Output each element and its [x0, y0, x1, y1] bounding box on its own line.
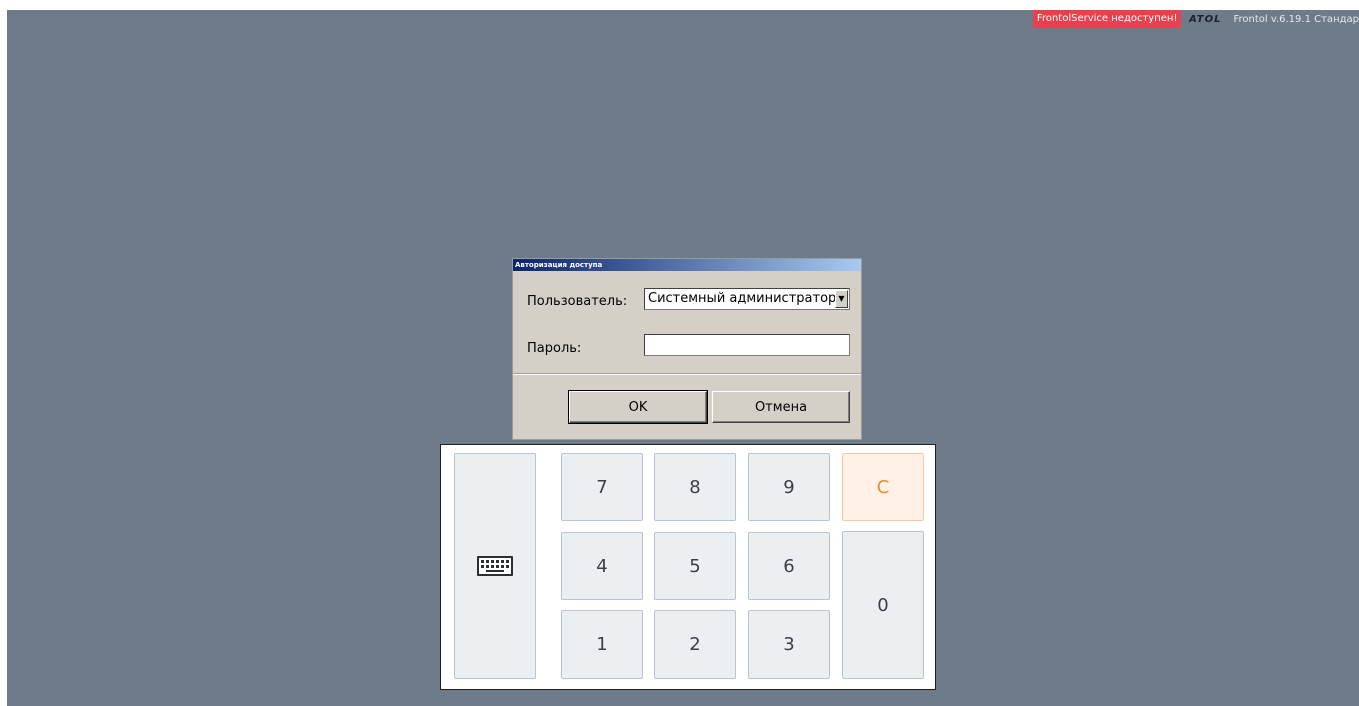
dialog-separator: [513, 373, 861, 375]
key-3[interactable]: 3: [748, 610, 830, 679]
auth-dialog: Авторизация доступа Пользователь: Систем…: [512, 258, 862, 440]
user-select-value: Системный администратор: [648, 291, 837, 306]
atol-logo-mark: ATOL: [1188, 14, 1221, 25]
service-warning-badge: FrontolService недоступен!: [1032, 10, 1182, 28]
key-2[interactable]: 2: [654, 610, 736, 679]
keyboard-icon: [477, 556, 513, 576]
key-1[interactable]: 1: [561, 610, 643, 679]
atol-logo: ATOL: [1188, 13, 1225, 26]
password-label: Пароль:: [527, 341, 582, 356]
ok-button[interactable]: OK: [568, 390, 708, 424]
user-label: Пользователь:: [527, 294, 628, 309]
key-6[interactable]: 6: [748, 532, 830, 600]
key-5[interactable]: 5: [654, 532, 736, 600]
key-8[interactable]: 8: [654, 453, 736, 521]
dropdown-arrow-icon[interactable]: ▼: [835, 290, 848, 308]
key-4[interactable]: 4: [561, 532, 643, 600]
key-7[interactable]: 7: [561, 453, 643, 521]
svg-text:ATOL: ATOL: [1189, 14, 1221, 23]
password-input[interactable]: [644, 334, 850, 356]
numeric-keypad: 7 8 9 C 4 5 6 0 1 2 3: [440, 444, 936, 690]
user-select[interactable]: Системный администратор ▼: [644, 288, 850, 310]
key-9[interactable]: 9: [748, 453, 830, 521]
key-0[interactable]: 0: [842, 531, 924, 679]
dialog-title: Авторизация доступа: [513, 259, 861, 271]
version-label: Frontol v.6.19.1 Стандар: [1233, 13, 1359, 25]
status-bar: FrontolService недоступен! ATOL Frontol …: [1032, 10, 1359, 28]
keyboard-toggle-button[interactable]: [454, 453, 536, 679]
cancel-button[interactable]: Отмена: [712, 391, 850, 423]
clear-button[interactable]: C: [842, 453, 924, 521]
